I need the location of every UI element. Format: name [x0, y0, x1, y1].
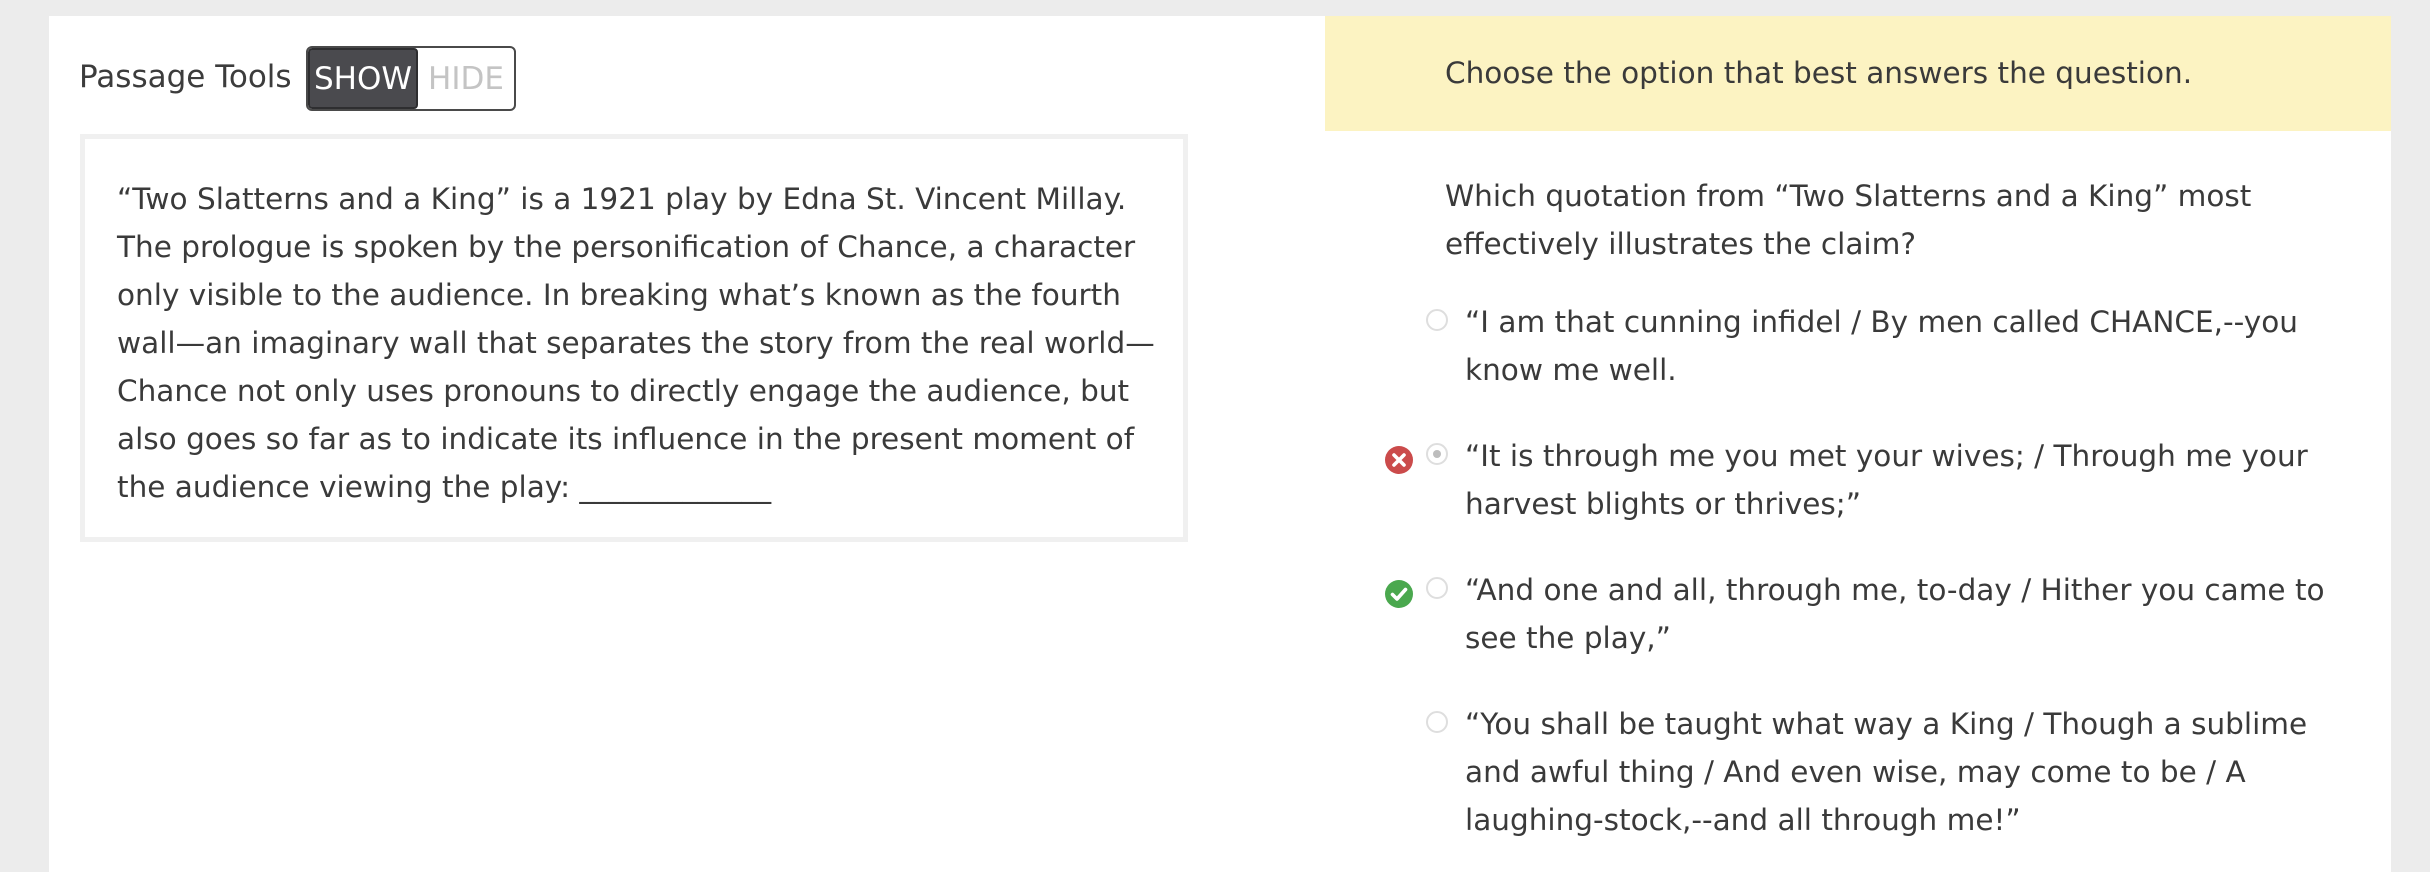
passage-panel: Passage Tools SHOW HIDE “Two Slatterns a…: [49, 16, 1325, 872]
option-text: “It is through me you met your wives; / …: [1465, 439, 2308, 521]
option-text: “I am that cunning infidel / By men call…: [1465, 305, 2298, 387]
instruction-text: Choose the option that best answers the …: [1445, 56, 2193, 90]
option-text: “You shall be taught what way a King / T…: [1465, 707, 2308, 837]
question-stem: Which quotation from “Two Slatterns and …: [1445, 179, 2252, 261]
passage-text: “Two Slatterns and a King” is a 1921 pla…: [117, 182, 1155, 504]
hide-button[interactable]: HIDE: [418, 48, 514, 109]
x-circle-icon: [1385, 446, 1413, 474]
instruction-bar: Choose the option that best answers the …: [1325, 16, 2391, 131]
option-text: “And one and all, through me, to-day / H…: [1465, 573, 2325, 655]
passage-tools-toggle: SHOW HIDE: [306, 46, 516, 111]
radio-button-selected[interactable]: [1426, 443, 1448, 465]
show-button[interactable]: SHOW: [308, 48, 418, 109]
radio-button[interactable]: [1426, 309, 1448, 331]
passage-box: “Two Slatterns and a King” is a 1921 pla…: [80, 134, 1188, 542]
question-panel: Choose the option that best answers the …: [1325, 16, 2391, 872]
passage-tools-label: Passage Tools: [79, 59, 292, 95]
check-circle-icon: [1385, 580, 1413, 608]
radio-button[interactable]: [1426, 711, 1448, 733]
question-card: Passage Tools SHOW HIDE “Two Slatterns a…: [49, 16, 2391, 872]
radio-button[interactable]: [1426, 577, 1448, 599]
